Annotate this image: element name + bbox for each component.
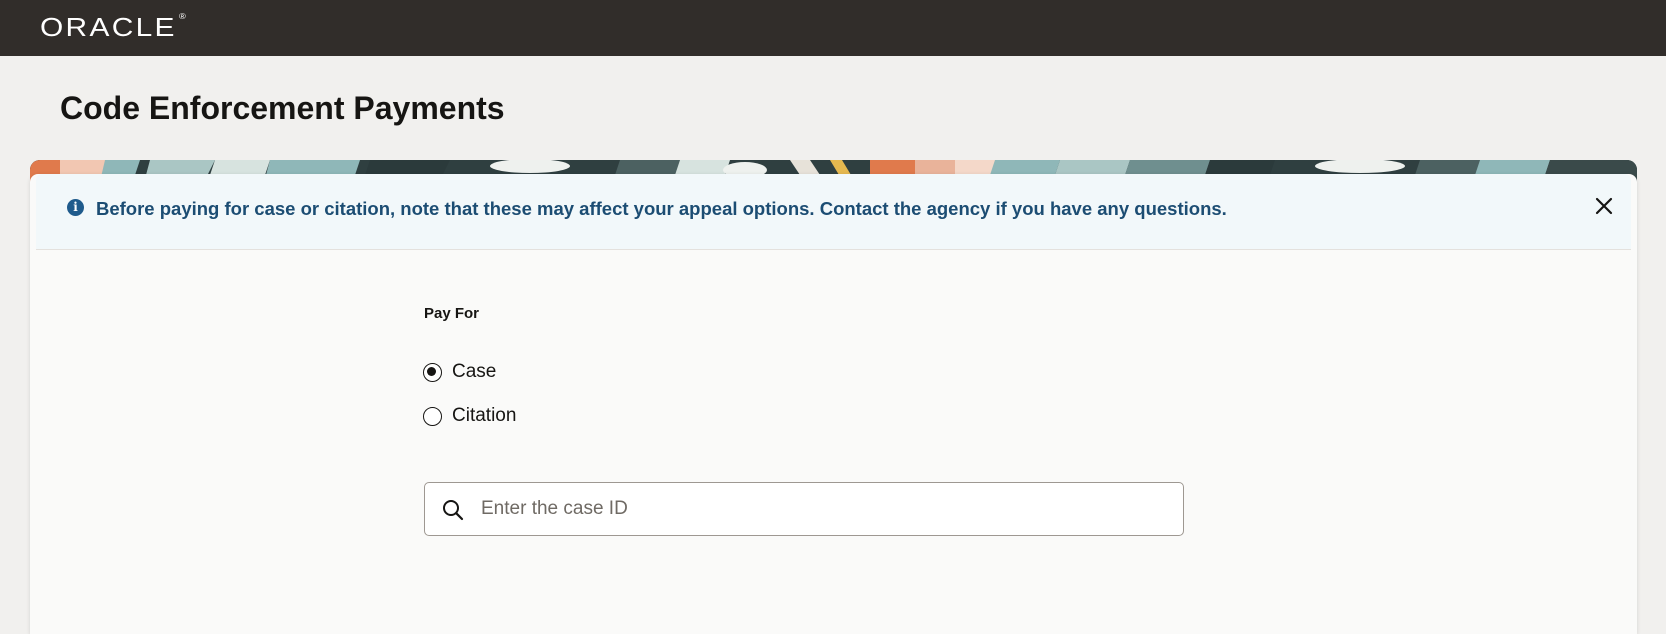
citation-radio-label[interactable]: Citation: [452, 405, 516, 427]
citation-radio-button[interactable]: [423, 406, 442, 426]
pay-for-label: Pay For: [424, 305, 480, 322]
page-title: Code Enforcement Payments: [60, 90, 505, 126]
logo-text: ORACLE: [40, 12, 177, 42]
case-radio-button[interactable]: [423, 362, 442, 382]
case-radio-label[interactable]: Case: [452, 361, 496, 383]
radio-option-case[interactable]: Case: [423, 357, 496, 387]
info-icon: i: [67, 199, 84, 216]
oracle-logo[interactable]: ORACLE ®: [40, 12, 186, 43]
top-bar: ORACLE ®: [0, 0, 1666, 56]
close-message-button[interactable]: [1589, 191, 1619, 221]
radio-option-citation[interactable]: Citation: [423, 401, 516, 431]
case-id-input[interactable]: [481, 491, 1161, 527]
case-id-search-field[interactable]: [424, 482, 1184, 536]
payment-card: i Before paying for case or citation, no…: [30, 174, 1637, 634]
info-message-text: Before paying for case or citation, note…: [96, 198, 1227, 219]
info-message: i Before paying for case or citation, no…: [36, 174, 1631, 250]
close-icon: [1595, 197, 1613, 215]
search-icon: [443, 500, 464, 521]
registered-mark: ®: [179, 12, 186, 21]
